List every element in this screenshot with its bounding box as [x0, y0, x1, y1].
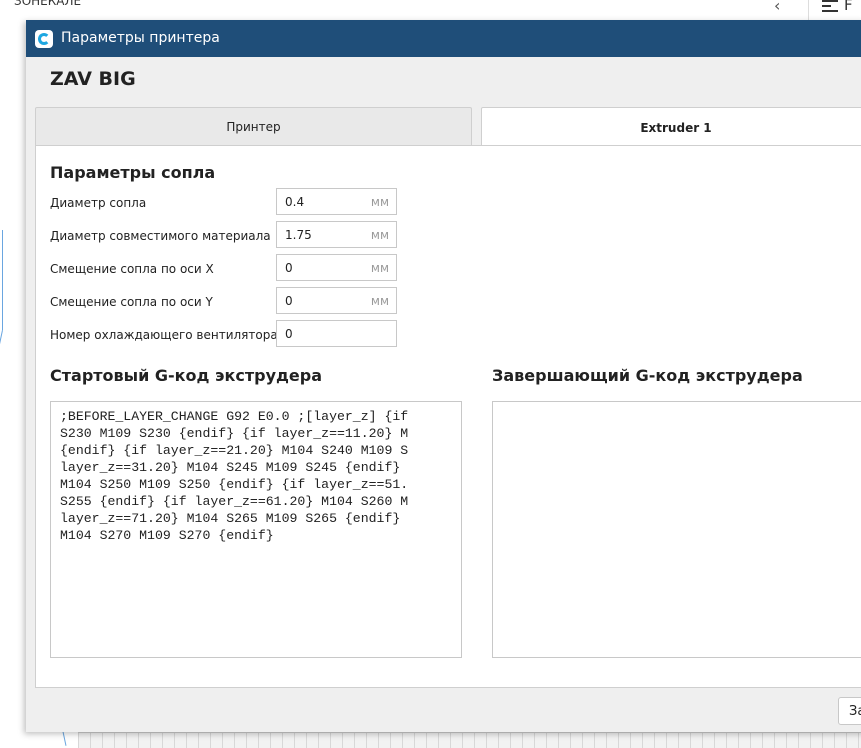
start-gcode-editor[interactable]: ;BEFORE_LAYER_CHANGE G92 E0.0 ;[layer_z]… — [50, 401, 462, 658]
nozzle-offset-x-unit: мм — [370, 261, 389, 275]
close-button[interactable]: За — [838, 697, 861, 725]
close-button-label: За — [849, 704, 861, 719]
end-gcode-title: Завершающий G-код экструдера — [492, 366, 803, 385]
nozzle-size-value: 0.4 — [285, 195, 305, 209]
start-gcode-text: ;BEFORE_LAYER_CHANGE G92 E0.0 ;[layer_z]… — [60, 409, 409, 543]
nozzle-offset-y-label: Смещение сопла по оси Y — [50, 295, 213, 309]
nozzle-offset-x-input[interactable]: 0 мм — [276, 254, 397, 281]
menu-icon[interactable] — [822, 0, 838, 14]
nozzle-size-unit: мм — [370, 195, 389, 209]
printer-settings-dialog: Параметры принтера ZAV BIG Принтер Extru… — [26, 20, 861, 732]
material-diameter-label: Диаметр совместимого материала — [50, 229, 271, 243]
cooling-fan-number-label: Номер охлаждающего вентилятора — [50, 328, 276, 342]
build-volume-edge-line — [0, 330, 3, 448]
tab-printer[interactable]: Принтер — [35, 107, 472, 145]
start-gcode-title: Стартовый G-код экструдера — [50, 366, 323, 385]
nozzle-size-label: Диаметр сопла — [50, 196, 147, 210]
nozzle-offset-x-value: 0 — [285, 261, 293, 275]
cooling-fan-number-input[interactable]: 0 — [276, 320, 397, 347]
tab-extruder-1-label: Extruder 1 — [640, 120, 712, 135]
tab-printer-label: Принтер — [226, 119, 281, 134]
build-volume-edge-line — [2, 230, 3, 330]
nozzle-offset-y-value: 0 — [285, 294, 293, 308]
cooling-fan-number-value: 0 — [285, 327, 293, 341]
nozzle-size-input[interactable]: 0.4 мм — [276, 188, 397, 215]
tab-extruder-1[interactable]: Extruder 1 — [481, 107, 861, 147]
material-diameter-value: 1.75 — [285, 228, 312, 242]
cura-logo-icon — [35, 30, 53, 48]
nozzle-settings-title: Параметры сопла — [50, 163, 216, 182]
end-gcode-editor[interactable] — [492, 401, 861, 658]
extruder-settings-panel: Параметры сопла Диаметр сопла 0.4 мм Диа… — [35, 145, 861, 688]
dialog-titlebar[interactable]: Параметры принтера — [26, 20, 861, 57]
printer-name: ZAV BIG — [50, 68, 136, 90]
material-diameter-input[interactable]: 1.75 мм — [276, 221, 397, 248]
chevron-left-icon[interactable]: ‹ — [774, 0, 780, 15]
nozzle-offset-y-input[interactable]: 0 мм — [276, 287, 397, 314]
material-diameter-unit: мм — [370, 228, 389, 242]
build-plate-grid — [78, 732, 861, 748]
toolbar-divider — [808, 0, 809, 20]
background-toolbar: ЗОНЕКАЛЕ ‹ F — [0, 0, 861, 20]
nozzle-offset-y-unit: мм — [370, 294, 389, 308]
nozzle-offset-x-label: Смещение сопла по оси X — [50, 262, 214, 276]
background-toolbar-text: ЗОНЕКАЛЕ — [14, 0, 82, 8]
background-toolbar-label: F — [844, 0, 853, 14]
dialog-title: Параметры принтера — [61, 30, 220, 46]
